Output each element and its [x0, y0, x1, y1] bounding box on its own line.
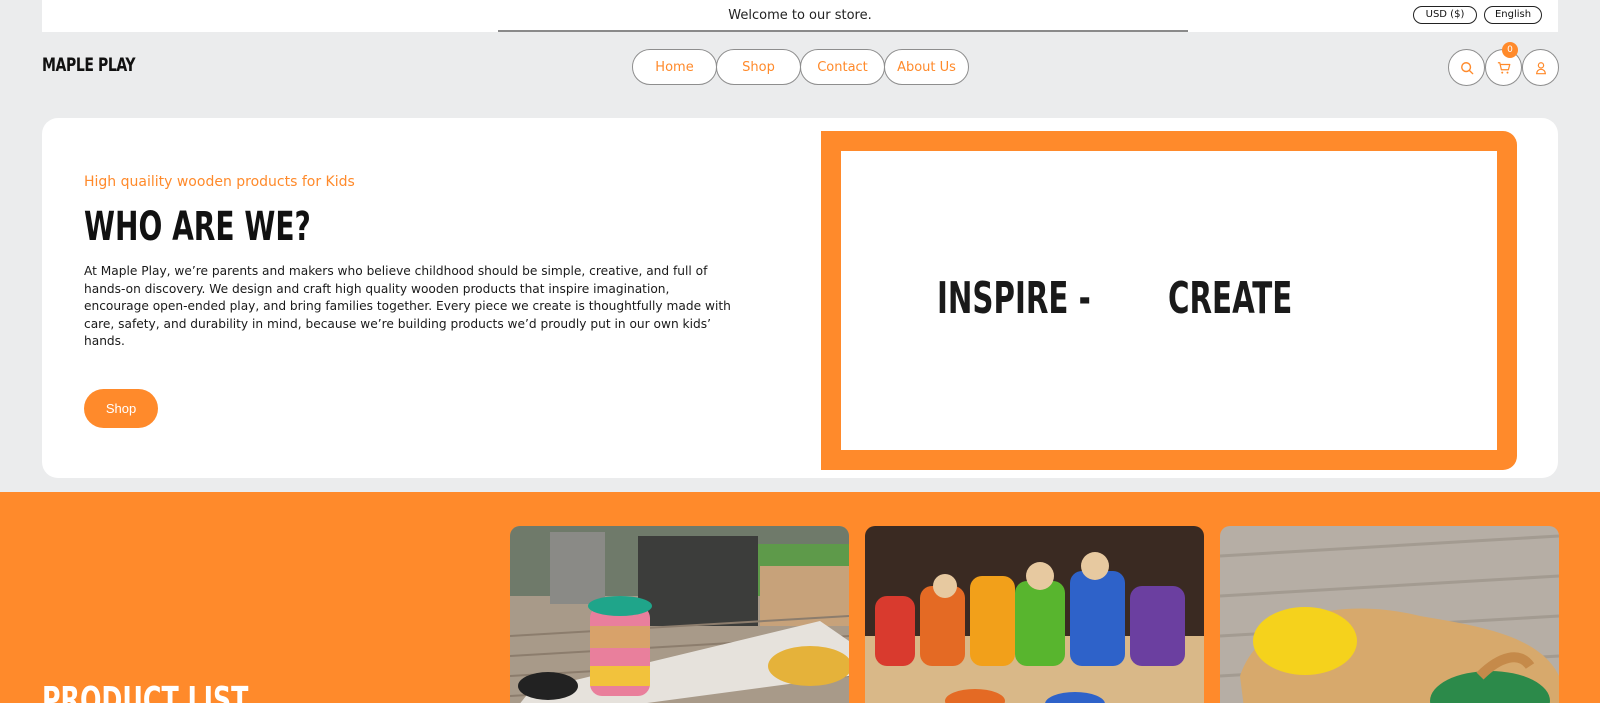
announcement-bar: Welcome to our store. USD ($) English — [42, 0, 1558, 32]
product-card-rainbow-peg-set[interactable] — [865, 526, 1204, 703]
search-button[interactable] — [1448, 49, 1485, 86]
announcement-divider — [498, 30, 1188, 32]
product-image-rainbow-peg-set — [865, 526, 1204, 703]
hero-banner-frame: INSPIRE - CREATE — [821, 131, 1517, 470]
cart-count-badge: 0 — [1502, 42, 1518, 58]
hero-section: High quaility wooden products for Kids W… — [42, 118, 1558, 478]
search-icon — [1460, 61, 1473, 74]
nav-contact[interactable]: Contact — [800, 49, 885, 85]
language-selector[interactable]: English — [1484, 6, 1542, 24]
main-nav: Home Shop Contact About Us — [632, 49, 969, 85]
account-button[interactable] — [1522, 49, 1559, 86]
product-image-rocker-board — [1220, 526, 1559, 703]
banner-word-inspire: INSPIRE - — [937, 273, 1091, 324]
nav-about-us[interactable]: About Us — [884, 49, 969, 85]
announcement-text: Welcome to our store. — [728, 8, 872, 23]
nav-home[interactable]: Home — [632, 49, 717, 85]
user-icon — [1535, 61, 1546, 74]
product-card-rocker-board[interactable] — [1220, 526, 1559, 703]
product-image-balance-board — [510, 526, 849, 703]
site-logo[interactable]: MAPLE PLAY — [42, 54, 135, 76]
hero-title: WHO ARE WE? — [84, 204, 311, 250]
currency-selector[interactable]: USD ($) — [1413, 6, 1477, 24]
nav-shop[interactable]: Shop — [716, 49, 801, 85]
cart-icon — [1497, 61, 1510, 74]
banner-word-create: CREATE — [1168, 273, 1293, 324]
cart-button[interactable]: 0 — [1485, 42, 1522, 86]
product-card-balance-board[interactable] — [510, 526, 849, 703]
hero-description: At Maple Play, we’re parents and makers … — [84, 264, 731, 349]
shop-button[interactable]: Shop — [84, 389, 158, 428]
product-section: PRODUCT LIST — [0, 492, 1600, 703]
product-list-heading: PRODUCT LIST — [42, 680, 249, 703]
hero-banner: INSPIRE - CREATE — [841, 151, 1497, 450]
hero-kicker: High quaility wooden products for Kids — [84, 174, 355, 190]
